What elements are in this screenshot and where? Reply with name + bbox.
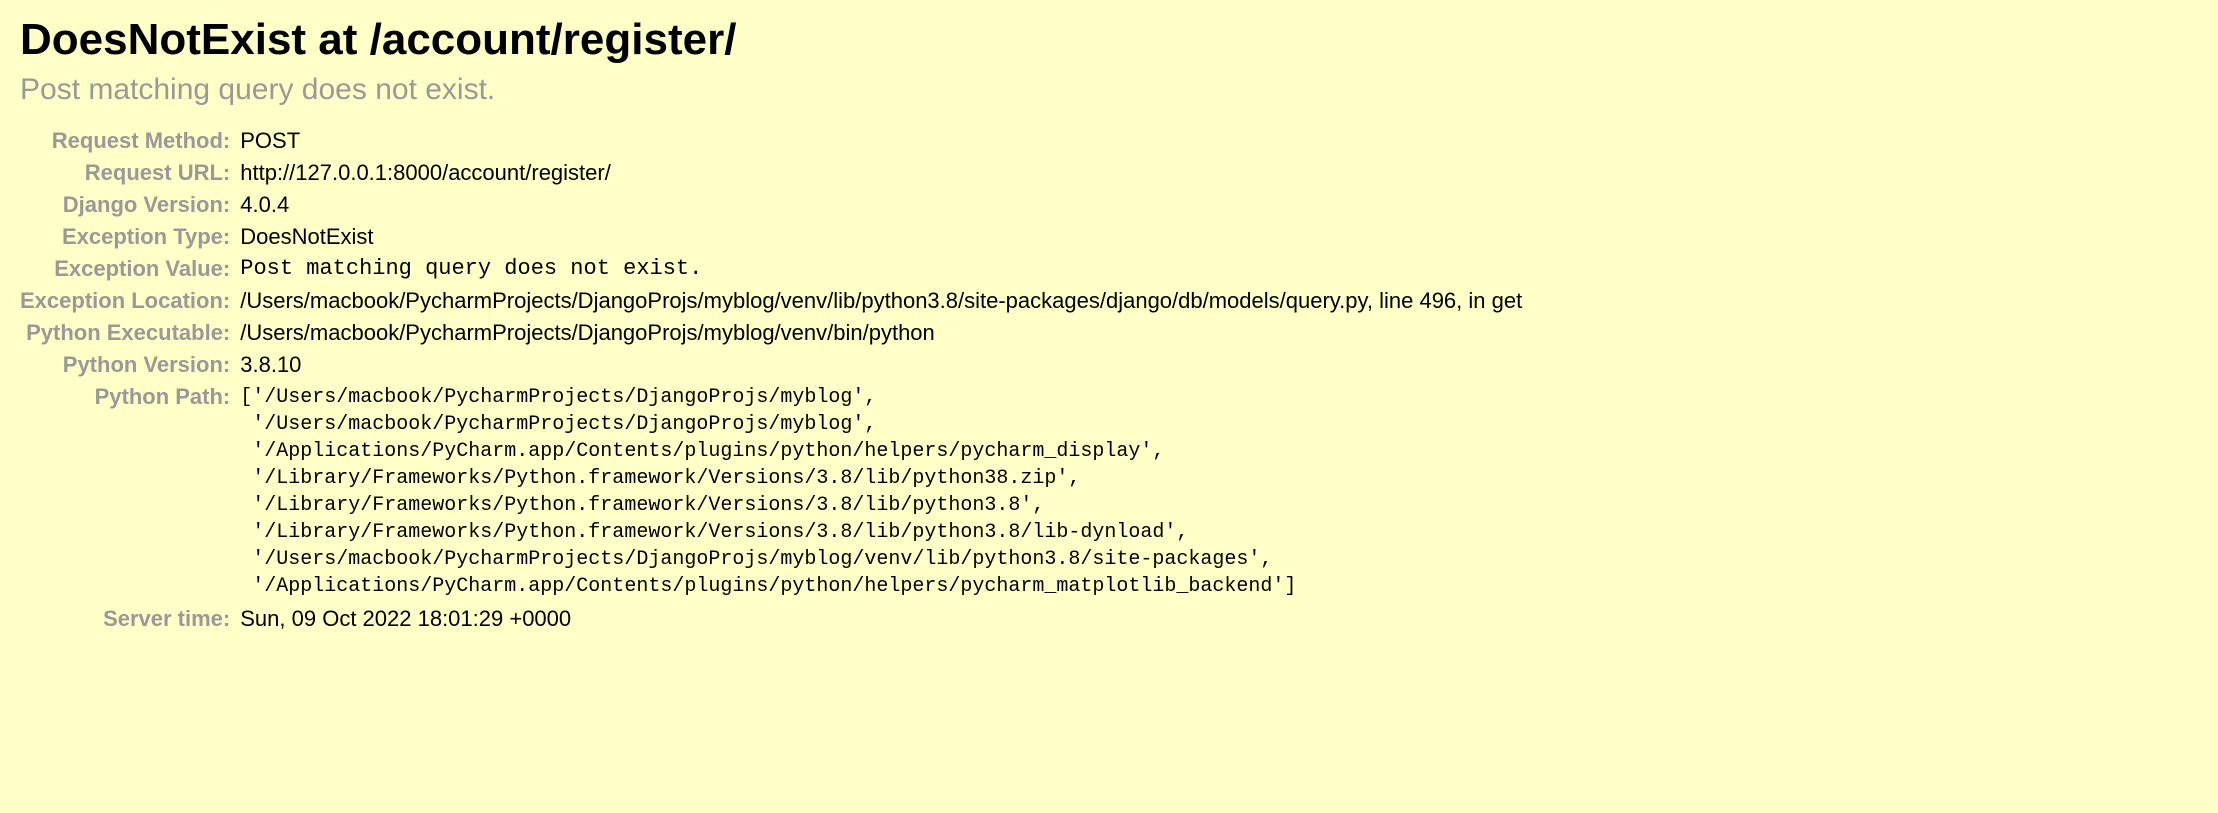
row-django-version: Django Version: 4.0.4 — [20, 189, 1522, 221]
row-server-time: Server time: Sun, 09 Oct 2022 18:01:29 +… — [20, 603, 1522, 635]
meta-table: Request Method: POST Request URL: http:/… — [20, 125, 1522, 635]
label-python-version: Python Version: — [20, 349, 240, 381]
value-django-version: 4.0.4 — [240, 189, 1522, 221]
value-request-url: http://127.0.0.1:8000/account/register/ — [240, 157, 1522, 189]
value-python-path: ['/Users/macbook/PycharmProjects/DjangoP… — [240, 381, 1522, 603]
value-exception-location: /Users/macbook/PycharmProjects/DjangoPro… — [240, 285, 1522, 317]
row-exception-value: Exception Value: Post matching query doe… — [20, 253, 1522, 285]
value-server-time: Sun, 09 Oct 2022 18:01:29 +0000 — [240, 603, 1522, 635]
label-exception-location: Exception Location: — [20, 285, 240, 317]
page-title: DoesNotExist at /account/register/ — [20, 15, 2198, 65]
row-exception-type: Exception Type: DoesNotExist — [20, 221, 1522, 253]
row-python-path: Python Path: ['/Users/macbook/PycharmPro… — [20, 381, 1522, 603]
label-django-version: Django Version: — [20, 189, 240, 221]
row-python-executable: Python Executable: /Users/macbook/Pychar… — [20, 317, 1522, 349]
row-request-method: Request Method: POST — [20, 125, 1522, 157]
label-exception-value: Exception Value: — [20, 253, 240, 285]
label-server-time: Server time: — [20, 603, 240, 635]
label-python-executable: Python Executable: — [20, 317, 240, 349]
label-request-url: Request URL: — [20, 157, 240, 189]
label-request-method: Request Method: — [20, 125, 240, 157]
value-exception-type: DoesNotExist — [240, 221, 1522, 253]
value-python-version: 3.8.10 — [240, 349, 1522, 381]
value-python-executable: /Users/macbook/PycharmProjects/DjangoPro… — [240, 317, 1522, 349]
value-exception-value: Post matching query does not exist. — [240, 253, 1522, 285]
label-python-path: Python Path: — [20, 381, 240, 603]
python-path-pre: ['/Users/macbook/PycharmProjects/DjangoP… — [240, 384, 1522, 600]
row-python-version: Python Version: 3.8.10 — [20, 349, 1522, 381]
row-exception-location: Exception Location: /Users/macbook/Pycha… — [20, 285, 1522, 317]
label-exception-type: Exception Type: — [20, 221, 240, 253]
row-request-url: Request URL: http://127.0.0.1:8000/accou… — [20, 157, 1522, 189]
value-request-method: POST — [240, 125, 1522, 157]
debug-summary: DoesNotExist at /account/register/ Post … — [20, 15, 2198, 635]
exception-subtitle: Post matching query does not exist. — [20, 73, 2198, 107]
